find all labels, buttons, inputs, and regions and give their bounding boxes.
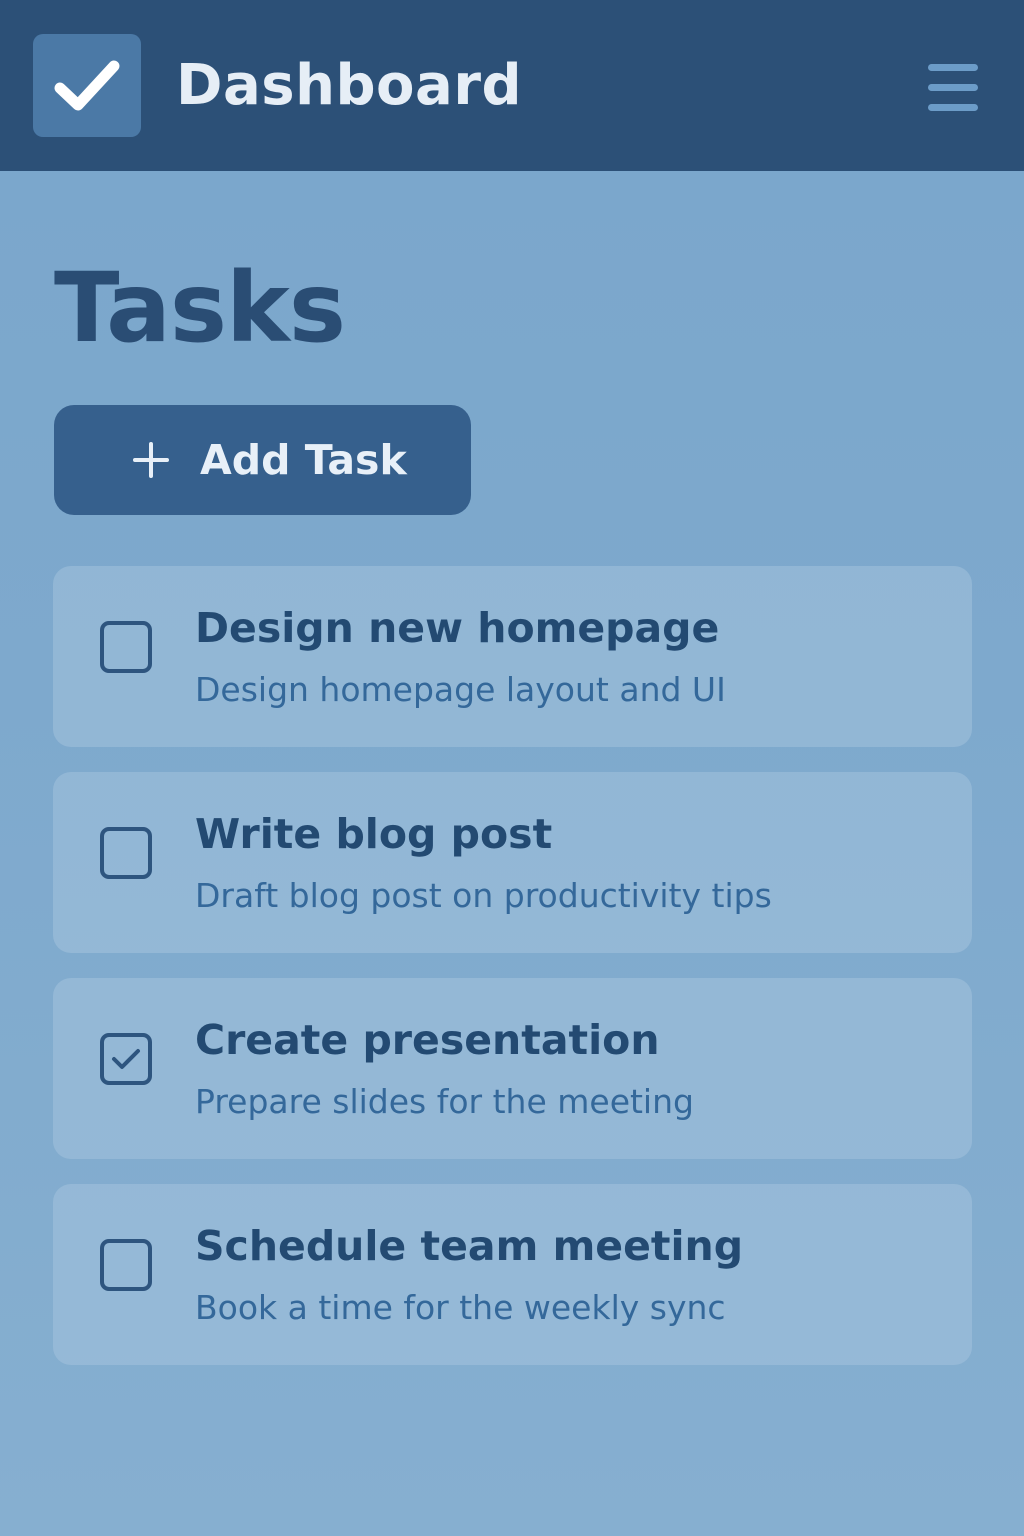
task-checkbox[interactable] (100, 827, 152, 879)
task-checkbox[interactable] (100, 1239, 152, 1291)
add-task-button[interactable]: Add Task (54, 405, 471, 515)
task-checkbox[interactable] (100, 621, 152, 673)
task-description: Book a time for the weekly sync (195, 1288, 726, 1327)
task-description: Prepare slides for the meeting (195, 1082, 694, 1121)
task-title: Design new homepage (195, 604, 720, 652)
page-title: Tasks (54, 252, 346, 364)
task-title: Create presentation (195, 1016, 660, 1064)
task-description: Design homepage layout and UI (195, 670, 726, 709)
menu-button[interactable] (927, 62, 979, 114)
task-item[interactable]: Schedule team meeting Book a time for th… (53, 1184, 972, 1365)
app-logo[interactable] (33, 34, 141, 137)
add-task-label: Add Task (200, 436, 407, 484)
task-item[interactable]: Design new homepage Design homepage layo… (53, 566, 972, 747)
header-title: Dashboard (176, 53, 523, 118)
checkmark-icon (54, 60, 120, 110)
app-header: Dashboard (0, 0, 1024, 171)
task-description: Draft blog post on productivity tips (195, 876, 772, 915)
task-list: Design new homepage Design homepage layo… (53, 566, 972, 1390)
task-title: Write blog post (195, 810, 553, 858)
task-item[interactable]: Write blog post Draft blog post on produ… (53, 772, 972, 953)
task-checkbox-checked[interactable] (100, 1033, 152, 1085)
hamburger-menu-icon (928, 64, 978, 111)
plus-icon (132, 441, 170, 479)
task-title: Schedule team meeting (195, 1222, 744, 1270)
task-item[interactable]: Create presentation Prepare slides for t… (53, 978, 972, 1159)
check-icon (112, 1049, 140, 1069)
